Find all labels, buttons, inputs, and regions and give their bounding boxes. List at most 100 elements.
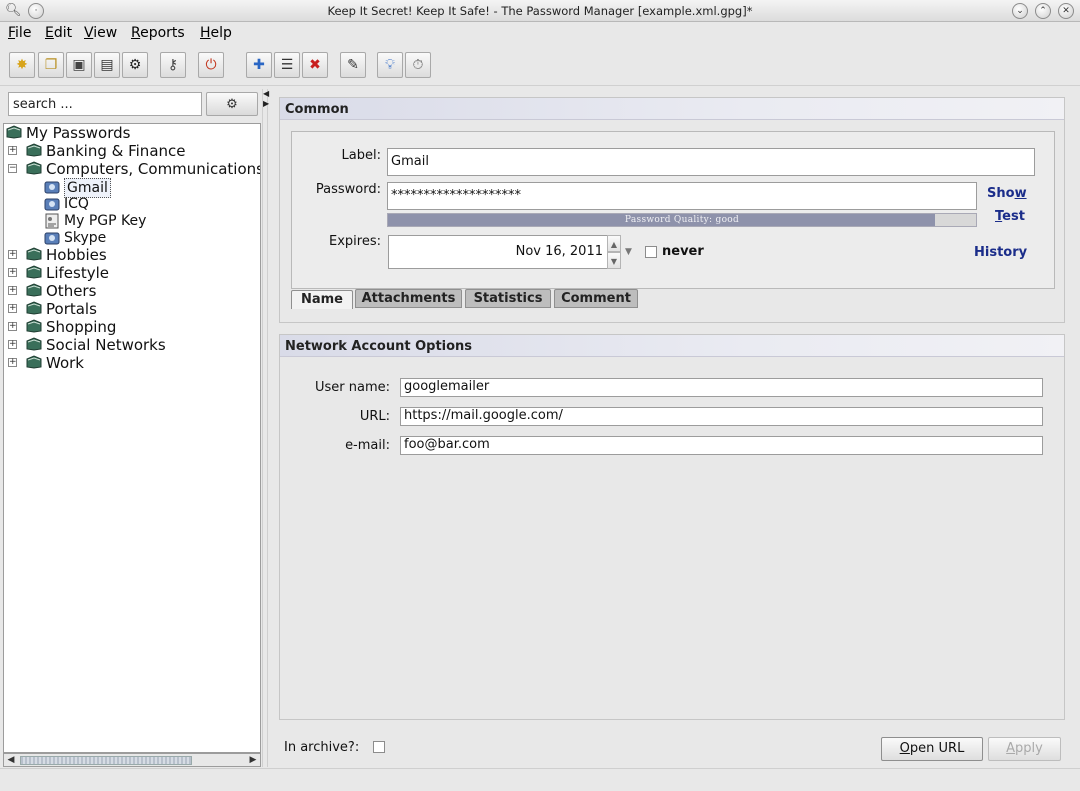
expires-value: Nov 16, 2011 — [515, 244, 603, 259]
tree-group-label: Lifestyle — [46, 264, 110, 282]
show-password-link[interactable]: Show — [987, 186, 1027, 201]
expires-spinner[interactable]: ▲ ▼ — [607, 235, 621, 269]
tab-attachments[interactable]: Attachments — [355, 289, 462, 308]
password-quality-bar: Password Quality: good — [387, 213, 977, 227]
window-title: Keep It Secret! Keep It Safe! - The Pass… — [327, 4, 753, 18]
tab-name[interactable]: Name — [291, 290, 353, 309]
menu-reports[interactable]: Reports — [131, 25, 185, 41]
search-button[interactable]: ⚙ — [206, 92, 258, 116]
username-label: User name: — [314, 380, 390, 395]
book-icon — [26, 283, 42, 297]
expires-dropdown-icon[interactable]: ▼ — [625, 247, 632, 257]
archive-label: In archive?: — [284, 740, 360, 755]
save-icon[interactable]: ▣ — [66, 52, 92, 78]
menu-help[interactable]: Help — [200, 25, 232, 41]
tree-group-label: Banking & Finance — [46, 142, 186, 160]
tree-group-label: Hobbies — [46, 246, 107, 264]
spin-up-icon[interactable]: ▲ — [607, 235, 621, 252]
menu-file[interactable]: File — [8, 25, 31, 41]
account-icon — [44, 198, 60, 211]
menu-view[interactable]: View — [84, 25, 117, 41]
book-icon — [26, 355, 42, 369]
expand-icon[interactable]: + — [8, 146, 17, 155]
expand-icon[interactable]: + — [8, 286, 17, 295]
expires-field[interactable]: Nov 16, 2011 — [388, 235, 608, 269]
scroll-left-icon[interactable]: ◀ — [4, 754, 18, 766]
gear-icon[interactable]: ⚙ — [122, 52, 148, 78]
expand-icon[interactable]: + — [8, 358, 17, 367]
book-icon — [26, 247, 42, 261]
book-icon — [26, 265, 42, 279]
email-field[interactable]: foo@bar.com — [400, 436, 1043, 455]
open-file-icon[interactable]: ❐ — [38, 52, 64, 78]
never-checkbox[interactable] — [645, 246, 657, 258]
key-icon[interactable]: ⚷ — [160, 52, 186, 78]
expires-field-label: Expires: — [329, 234, 381, 249]
expand-icon[interactable]: + — [8, 268, 17, 277]
scroll-right-icon[interactable]: ▶ — [246, 754, 260, 766]
tree-root-label: My Passwords — [26, 124, 131, 142]
password-field[interactable]: ******************** — [387, 182, 977, 210]
power-icon[interactable]: ⏻ — [198, 52, 224, 78]
key-card-icon — [45, 213, 59, 229]
delete-icon[interactable]: ✖ — [302, 52, 328, 78]
url-label: URL: — [359, 409, 390, 424]
email-label: e-mail: — [345, 438, 390, 453]
label-field-label: Label: — [341, 148, 381, 163]
book-icon — [26, 161, 42, 175]
expand-right-icon[interactable]: ▶ — [263, 99, 269, 108]
maximize-icon[interactable]: ⌃ — [1035, 3, 1051, 19]
clock-icon[interactable]: ⏱ — [405, 52, 431, 78]
search-input[interactable] — [8, 92, 202, 116]
tree-group-label: Shopping — [46, 318, 117, 336]
expand-icon[interactable]: + — [8, 304, 17, 313]
bulb-icon[interactable]: 💡︎ — [377, 52, 403, 78]
password-tree[interactable]: My Passwords + Banking & Finance − Compu… — [3, 123, 261, 753]
save-as-icon[interactable]: ▤ — [94, 52, 120, 78]
toolbar: ✸ ❐ ▣ ▤ ⚙ ⚷ ⏻ ✚ ☰ ✖ ✎ 💡︎ ⏱ — [0, 44, 1080, 86]
tab-statistics[interactable]: Statistics — [465, 289, 551, 308]
username-field[interactable]: googlemailer — [400, 378, 1043, 397]
book-icon — [6, 125, 22, 139]
close-icon[interactable]: ✕ — [1058, 3, 1074, 19]
never-label: never — [662, 244, 704, 259]
menu-edit[interactable]: Edit — [45, 25, 72, 41]
tree-group-label: Work — [46, 354, 84, 372]
label-field[interactable]: Gmail — [387, 148, 1035, 176]
tree-group-label: Portals — [46, 300, 97, 318]
apply-button[interactable]: Apply — [988, 737, 1061, 761]
expand-icon[interactable]: + — [8, 322, 17, 331]
expand-icon[interactable]: + — [8, 340, 17, 349]
panel-splitter[interactable]: ◀ ▶ — [262, 89, 269, 767]
add-icon[interactable]: ✚ — [246, 52, 272, 78]
test-password-link[interactable]: Test — [995, 209, 1025, 224]
minimize-icon[interactable]: ⌄ — [1012, 3, 1028, 19]
open-url-button[interactable]: Open URL — [881, 737, 983, 761]
list-icon[interactable]: ☰ — [274, 52, 300, 78]
book-icon — [26, 319, 42, 333]
tab-comment[interactable]: Comment — [554, 289, 638, 308]
tree-group-label: Computers, Communications — [46, 160, 261, 178]
account-icon — [44, 232, 60, 245]
spin-down-icon[interactable]: ▼ — [607, 252, 621, 269]
book-icon — [26, 143, 42, 157]
status-bar — [0, 768, 1080, 791]
scroll-thumb[interactable] — [20, 756, 192, 765]
history-link[interactable]: History — [974, 245, 1027, 260]
tree-group-label: Social Networks — [46, 336, 166, 354]
new-file-icon[interactable]: ✸ — [9, 52, 35, 78]
edit-icon[interactable]: ✎ — [340, 52, 366, 78]
archive-checkbox[interactable] — [373, 741, 385, 753]
expand-icon[interactable]: + — [8, 250, 17, 259]
password-quality-text: Password Quality: good — [624, 215, 740, 225]
collapse-icon[interactable]: − — [8, 164, 17, 173]
horizontal-scrollbar[interactable]: ◀ ▶ — [3, 753, 261, 767]
menu-bar: File Edit View Reports Help — [0, 22, 1080, 44]
url-field[interactable]: https://mail.google.com/ — [400, 407, 1043, 426]
book-icon — [26, 337, 42, 351]
password-field-label: Password: — [315, 182, 381, 197]
common-heading: Common — [280, 98, 1064, 120]
tree-item-label: My PGP Key — [64, 213, 147, 229]
network-heading: Network Account Options — [280, 335, 1064, 357]
collapse-left-icon[interactable]: ◀ — [263, 89, 269, 98]
